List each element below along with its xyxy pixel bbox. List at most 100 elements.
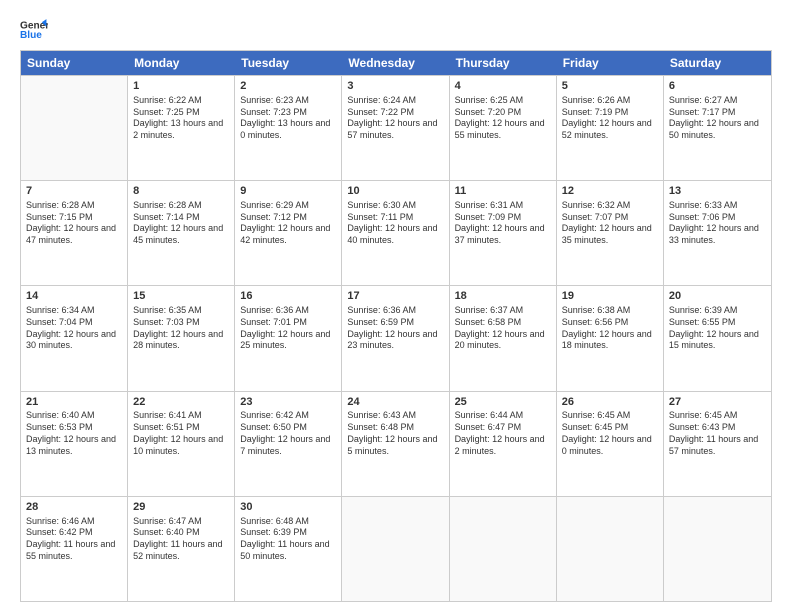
day-cell-29: 29Sunrise: 6:47 AM Sunset: 6:40 PM Dayli… (128, 497, 235, 601)
day-cell-13: 13Sunrise: 6:33 AM Sunset: 7:06 PM Dayli… (664, 181, 771, 285)
day-number: 15 (133, 289, 229, 304)
header-day-saturday: Saturday (664, 51, 771, 75)
day-cell-18: 18Sunrise: 6:37 AM Sunset: 6:58 PM Dayli… (450, 286, 557, 390)
day-info: Sunrise: 6:24 AM Sunset: 7:22 PM Dayligh… (347, 95, 443, 142)
day-number: 3 (347, 79, 443, 94)
day-info: Sunrise: 6:41 AM Sunset: 6:51 PM Dayligh… (133, 410, 229, 457)
day-info: Sunrise: 6:45 AM Sunset: 6:45 PM Dayligh… (562, 410, 658, 457)
page-header: General Blue (20, 16, 772, 44)
day-cell-11: 11Sunrise: 6:31 AM Sunset: 7:09 PM Dayli… (450, 181, 557, 285)
empty-cell (557, 497, 664, 601)
day-number: 26 (562, 395, 658, 410)
svg-text:Blue: Blue (20, 30, 42, 41)
day-cell-7: 7Sunrise: 6:28 AM Sunset: 7:15 PM Daylig… (21, 181, 128, 285)
day-cell-24: 24Sunrise: 6:43 AM Sunset: 6:48 PM Dayli… (342, 392, 449, 496)
day-cell-9: 9Sunrise: 6:29 AM Sunset: 7:12 PM Daylig… (235, 181, 342, 285)
calendar: SundayMondayTuesdayWednesdayThursdayFrid… (20, 50, 772, 602)
day-info: Sunrise: 6:33 AM Sunset: 7:06 PM Dayligh… (669, 200, 766, 247)
day-cell-1: 1Sunrise: 6:22 AM Sunset: 7:25 PM Daylig… (128, 76, 235, 180)
day-number: 29 (133, 500, 229, 515)
day-number: 13 (669, 184, 766, 199)
day-cell-2: 2Sunrise: 6:23 AM Sunset: 7:23 PM Daylig… (235, 76, 342, 180)
day-number: 24 (347, 395, 443, 410)
day-number: 9 (240, 184, 336, 199)
day-number: 18 (455, 289, 551, 304)
day-info: Sunrise: 6:44 AM Sunset: 6:47 PM Dayligh… (455, 410, 551, 457)
empty-cell (664, 497, 771, 601)
day-number: 30 (240, 500, 336, 515)
day-cell-4: 4Sunrise: 6:25 AM Sunset: 7:20 PM Daylig… (450, 76, 557, 180)
day-number: 19 (562, 289, 658, 304)
day-cell-26: 26Sunrise: 6:45 AM Sunset: 6:45 PM Dayli… (557, 392, 664, 496)
week-row-3: 21Sunrise: 6:40 AM Sunset: 6:53 PM Dayli… (21, 391, 771, 496)
day-info: Sunrise: 6:48 AM Sunset: 6:39 PM Dayligh… (240, 516, 336, 563)
header-day-thursday: Thursday (450, 51, 557, 75)
day-number: 7 (26, 184, 122, 199)
day-cell-28: 28Sunrise: 6:46 AM Sunset: 6:42 PM Dayli… (21, 497, 128, 601)
day-number: 27 (669, 395, 766, 410)
header-day-friday: Friday (557, 51, 664, 75)
day-number: 1 (133, 79, 229, 94)
day-info: Sunrise: 6:28 AM Sunset: 7:14 PM Dayligh… (133, 200, 229, 247)
week-row-1: 7Sunrise: 6:28 AM Sunset: 7:15 PM Daylig… (21, 180, 771, 285)
day-cell-3: 3Sunrise: 6:24 AM Sunset: 7:22 PM Daylig… (342, 76, 449, 180)
week-row-0: 1Sunrise: 6:22 AM Sunset: 7:25 PM Daylig… (21, 75, 771, 180)
day-number: 14 (26, 289, 122, 304)
day-info: Sunrise: 6:22 AM Sunset: 7:25 PM Dayligh… (133, 95, 229, 142)
day-number: 10 (347, 184, 443, 199)
day-info: Sunrise: 6:26 AM Sunset: 7:19 PM Dayligh… (562, 95, 658, 142)
empty-cell (21, 76, 128, 180)
day-number: 12 (562, 184, 658, 199)
day-cell-19: 19Sunrise: 6:38 AM Sunset: 6:56 PM Dayli… (557, 286, 664, 390)
logo: General Blue (20, 16, 48, 44)
day-info: Sunrise: 6:42 AM Sunset: 6:50 PM Dayligh… (240, 410, 336, 457)
day-number: 11 (455, 184, 551, 199)
header-day-wednesday: Wednesday (342, 51, 449, 75)
day-number: 21 (26, 395, 122, 410)
header-day-tuesday: Tuesday (235, 51, 342, 75)
day-cell-12: 12Sunrise: 6:32 AM Sunset: 7:07 PM Dayli… (557, 181, 664, 285)
day-number: 20 (669, 289, 766, 304)
day-info: Sunrise: 6:36 AM Sunset: 7:01 PM Dayligh… (240, 305, 336, 352)
day-cell-20: 20Sunrise: 6:39 AM Sunset: 6:55 PM Dayli… (664, 286, 771, 390)
header-day-monday: Monday (128, 51, 235, 75)
day-info: Sunrise: 6:23 AM Sunset: 7:23 PM Dayligh… (240, 95, 336, 142)
day-info: Sunrise: 6:31 AM Sunset: 7:09 PM Dayligh… (455, 200, 551, 247)
day-cell-22: 22Sunrise: 6:41 AM Sunset: 6:51 PM Dayli… (128, 392, 235, 496)
day-number: 25 (455, 395, 551, 410)
day-number: 16 (240, 289, 336, 304)
day-info: Sunrise: 6:43 AM Sunset: 6:48 PM Dayligh… (347, 410, 443, 457)
day-info: Sunrise: 6:37 AM Sunset: 6:58 PM Dayligh… (455, 305, 551, 352)
empty-cell (342, 497, 449, 601)
day-cell-16: 16Sunrise: 6:36 AM Sunset: 7:01 PM Dayli… (235, 286, 342, 390)
day-number: 17 (347, 289, 443, 304)
week-row-2: 14Sunrise: 6:34 AM Sunset: 7:04 PM Dayli… (21, 285, 771, 390)
day-cell-15: 15Sunrise: 6:35 AM Sunset: 7:03 PM Dayli… (128, 286, 235, 390)
day-number: 28 (26, 500, 122, 515)
day-info: Sunrise: 6:34 AM Sunset: 7:04 PM Dayligh… (26, 305, 122, 352)
day-cell-25: 25Sunrise: 6:44 AM Sunset: 6:47 PM Dayli… (450, 392, 557, 496)
day-cell-17: 17Sunrise: 6:36 AM Sunset: 6:59 PM Dayli… (342, 286, 449, 390)
day-info: Sunrise: 6:30 AM Sunset: 7:11 PM Dayligh… (347, 200, 443, 247)
day-cell-5: 5Sunrise: 6:26 AM Sunset: 7:19 PM Daylig… (557, 76, 664, 180)
calendar-header: SundayMondayTuesdayWednesdayThursdayFrid… (21, 51, 771, 75)
day-info: Sunrise: 6:39 AM Sunset: 6:55 PM Dayligh… (669, 305, 766, 352)
day-cell-10: 10Sunrise: 6:30 AM Sunset: 7:11 PM Dayli… (342, 181, 449, 285)
day-cell-23: 23Sunrise: 6:42 AM Sunset: 6:50 PM Dayli… (235, 392, 342, 496)
header-day-sunday: Sunday (21, 51, 128, 75)
logo-icon: General Blue (20, 16, 48, 44)
day-cell-21: 21Sunrise: 6:40 AM Sunset: 6:53 PM Dayli… (21, 392, 128, 496)
day-info: Sunrise: 6:40 AM Sunset: 6:53 PM Dayligh… (26, 410, 122, 457)
day-info: Sunrise: 6:25 AM Sunset: 7:20 PM Dayligh… (455, 95, 551, 142)
day-info: Sunrise: 6:35 AM Sunset: 7:03 PM Dayligh… (133, 305, 229, 352)
day-number: 6 (669, 79, 766, 94)
day-number: 22 (133, 395, 229, 410)
day-number: 2 (240, 79, 336, 94)
day-info: Sunrise: 6:45 AM Sunset: 6:43 PM Dayligh… (669, 410, 766, 457)
day-info: Sunrise: 6:27 AM Sunset: 7:17 PM Dayligh… (669, 95, 766, 142)
day-cell-30: 30Sunrise: 6:48 AM Sunset: 6:39 PM Dayli… (235, 497, 342, 601)
day-info: Sunrise: 6:38 AM Sunset: 6:56 PM Dayligh… (562, 305, 658, 352)
day-info: Sunrise: 6:28 AM Sunset: 7:15 PM Dayligh… (26, 200, 122, 247)
day-info: Sunrise: 6:29 AM Sunset: 7:12 PM Dayligh… (240, 200, 336, 247)
day-info: Sunrise: 6:46 AM Sunset: 6:42 PM Dayligh… (26, 516, 122, 563)
